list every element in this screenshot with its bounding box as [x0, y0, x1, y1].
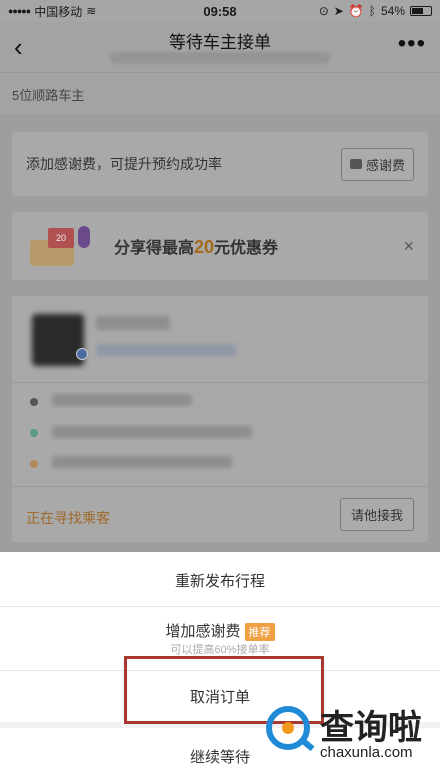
bluetooth-icon: ᛒ — [368, 4, 376, 18]
lock-rotation-icon: ⊙ — [318, 4, 329, 18]
divider — [0, 606, 440, 607]
search-logo-handle — [301, 738, 315, 752]
driver-count: 5位顺路车主 — [0, 72, 440, 114]
share-suffix: 元优惠券 — [214, 240, 279, 257]
add-thanks-fee-label: 增加感谢费 — [165, 623, 241, 640]
divider — [12, 382, 428, 383]
watermark-title: 查询啦 — [320, 708, 422, 748]
location-icon: ➤ — [333, 4, 344, 18]
watermark-domain: chaxunla.com — [320, 744, 413, 761]
thanks-fee-card: 添加感谢费，可提升预约成功率 感谢费 — [12, 132, 428, 196]
blurred-start — [52, 426, 252, 438]
share-coupon-text: 分享得最高20元优惠券 — [114, 234, 278, 258]
republish-trip-option[interactable]: 重新发布行程 — [0, 570, 440, 591]
wifi-icon: ≋ — [86, 4, 97, 18]
add-thanks-fee-option[interactable]: 增加感谢费 推荐 可以提高60%接单率 — [0, 620, 440, 657]
searching-status: 正在寻找乘客 — [26, 510, 110, 526]
thanks-fee-button-label: 感谢费 — [365, 157, 405, 173]
battery-icon — [410, 6, 432, 16]
recommend-badge: 推荐 — [244, 623, 275, 642]
add-thanks-fee-hint: 可以提高60%接单率 — [170, 644, 270, 657]
alarm-icon: ⏰ — [348, 4, 364, 18]
nav-bar: ‹ 等待车主接单 ••• — [0, 22, 440, 72]
blurred-subtitle — [110, 52, 330, 64]
end-dot — [30, 460, 38, 468]
status-right: ⊙ ➤ ⏰ ᛒ 54% — [319, 4, 432, 18]
avatar — [32, 314, 84, 366]
carrier-name: 中国移动 — [34, 4, 83, 19]
page-title: 等待车主接单 — [169, 33, 271, 52]
watermark: 查询啦 chaxunla.com — [262, 696, 440, 782]
share-prefix: 分享得最高 — [114, 240, 195, 257]
blurred-time — [52, 394, 192, 406]
blurred-name — [96, 316, 170, 330]
divider — [12, 486, 428, 487]
thanks-fee-button[interactable]: 感谢费 — [340, 147, 414, 181]
more-horizontal-icon[interactable]: ••• — [398, 30, 426, 58]
coupon-gift-illustration: 20 — [26, 218, 96, 274]
time-dot — [30, 398, 38, 406]
blurred-info — [96, 344, 236, 356]
coupon-ticket: 20 — [48, 228, 74, 248]
party-popper-icon — [78, 226, 90, 248]
verified-badge-icon — [76, 348, 88, 360]
battery-percent: 54% — [380, 4, 405, 18]
status-bar: ●●●●● 中国移动 ≋ 09:58 ⊙ ➤ ⏰ ᛒ 54% — [0, 0, 440, 22]
share-amount: 20 — [194, 237, 215, 257]
signal-icon: ●●●●● — [8, 6, 31, 16]
close-icon[interactable]: × — [403, 236, 414, 257]
blurred-end — [52, 456, 232, 468]
order-card: 正在寻找乘客 请他接我 — [12, 296, 428, 542]
wallet-icon — [349, 159, 362, 169]
carrier-group: ●●●●● 中国移动 ≋ — [8, 3, 96, 20]
share-coupon-card[interactable]: 20 分享得最高20元优惠券 × — [12, 212, 428, 280]
thanks-fee-text: 添加感谢费，可提升预约成功率 — [26, 156, 222, 172]
start-dot — [30, 429, 38, 437]
ask-pickup-button[interactable]: 请他接我 — [339, 498, 414, 531]
